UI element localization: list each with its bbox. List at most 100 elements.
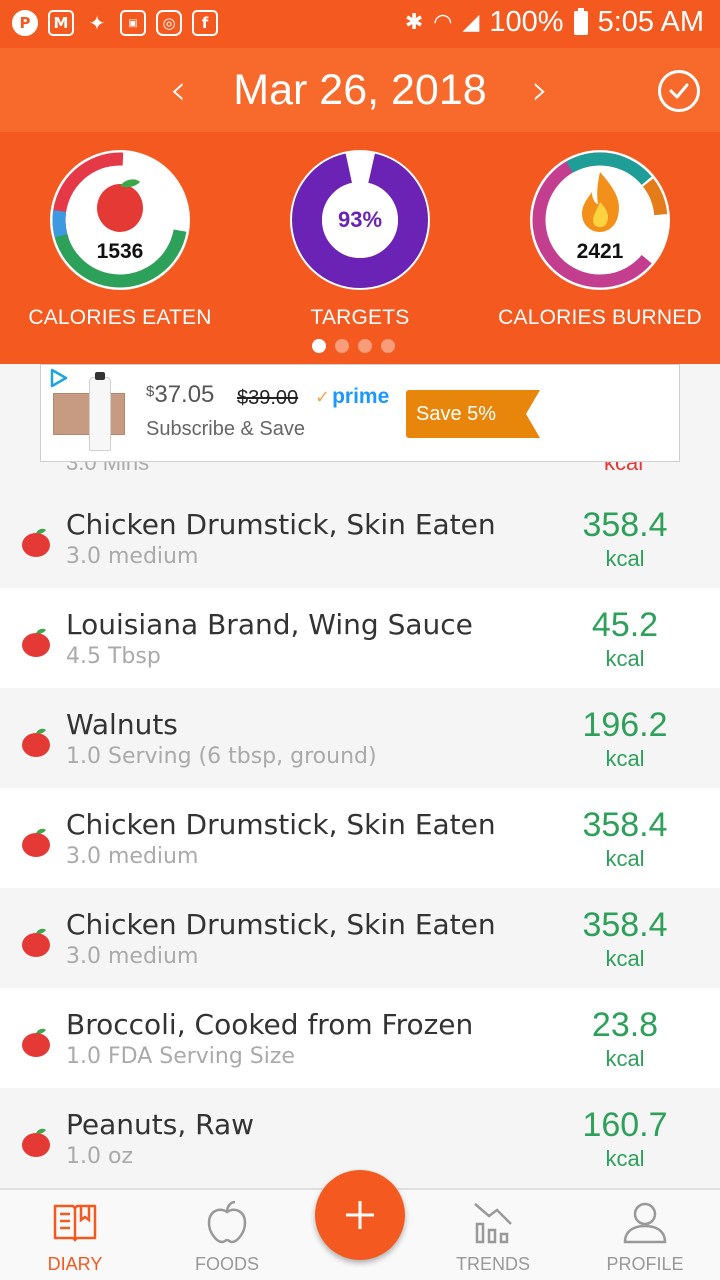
facebook-icon: f xyxy=(192,10,218,36)
status-bar: P M ✦ ▣ ◎ f ✱ ◠ ◢ 100% 5:05 AM xyxy=(0,0,720,48)
targets-ring[interactable]: 93% xyxy=(288,148,432,292)
food-name: Walnuts xyxy=(66,708,178,741)
battery-icon xyxy=(573,7,588,35)
apple-icon xyxy=(22,928,50,957)
daily-summary[interactable]: 1536 93% 2421 CALORIES EATEN TARGETS CAL… xyxy=(0,132,720,364)
page-dot xyxy=(381,339,395,353)
trends-chart-icon xyxy=(474,1203,512,1244)
food-quantity: 4.5 Tbsp xyxy=(66,644,161,669)
food-item[interactable]: Chicken Drumstick, Skin Eaten 3.0 medium… xyxy=(0,788,720,888)
calories-burned-label: CALORIES BURNED xyxy=(498,306,702,329)
food-name: Chicken Drumstick, Skin Eaten xyxy=(66,808,496,841)
prime-badge: ✓prime xyxy=(315,385,390,408)
profile-person-icon xyxy=(623,1202,667,1244)
current-date[interactable]: Mar 26, 2018 xyxy=(200,64,520,116)
nav-trends[interactable]: TRENDS xyxy=(418,1190,568,1280)
food-calories: 45.2 xyxy=(591,606,659,644)
food-calorie-unit: kcal xyxy=(605,1046,645,1071)
calories-eaten-ring[interactable]: 1536 xyxy=(48,148,192,292)
food-quantity: 3.0 medium xyxy=(66,944,199,969)
pinterest-icon: P xyxy=(12,10,38,36)
food-calorie-unit: kcal xyxy=(605,946,645,971)
food-calorie-unit: kcal xyxy=(605,1146,645,1171)
food-calorie-unit: kcal xyxy=(605,546,645,571)
food-name: Peanuts, Raw xyxy=(66,1108,255,1141)
nav-foods[interactable]: FOODS xyxy=(152,1190,302,1280)
food-item[interactable]: Walnuts 1.0 Serving (6 tbsp, ground) 196… xyxy=(0,688,720,788)
ad-price: $37.05 xyxy=(146,381,215,408)
food-quantity: 1.0 Serving (6 tbsp, ground) xyxy=(66,744,377,769)
calories-burned-chart xyxy=(530,150,670,290)
twitter-icon: ✦ xyxy=(88,11,106,35)
checkmark-icon xyxy=(669,83,689,99)
food-quantity: 1.0 FDA Serving Size xyxy=(66,1044,295,1069)
food-calorie-unit: kcal xyxy=(605,646,645,671)
complete-day-button[interactable] xyxy=(658,70,700,112)
calories-eaten-value: 1536 xyxy=(96,240,144,263)
page-dot xyxy=(312,339,326,353)
food-log-list: Chicken Drumstick, Skin Eaten 3.0 medium… xyxy=(0,488,720,1188)
page-indicator xyxy=(312,339,395,353)
plus-icon xyxy=(346,1201,374,1229)
diary-book-icon xyxy=(53,1204,97,1242)
nav-diary-label: DIARY xyxy=(47,1254,103,1274)
nav-diary[interactable]: DIARY xyxy=(0,1190,150,1280)
apple-icon xyxy=(22,1028,50,1057)
add-entry-button[interactable] xyxy=(315,1170,405,1260)
food-quantity: 3.0 medium xyxy=(66,844,199,869)
food-calories: 23.8 xyxy=(591,1006,659,1044)
food-calories: 160.7 xyxy=(582,1106,668,1144)
nav-trends-label: TRENDS xyxy=(455,1254,530,1274)
clock: 5:05 AM xyxy=(597,6,704,38)
nav-foods-label: FOODS xyxy=(194,1254,259,1274)
ad-banner[interactable]: $37.05 $39.00 ✓prime Subscribe & Save Sa… xyxy=(40,364,680,462)
apple-outline-icon xyxy=(207,1200,247,1244)
page-dot xyxy=(358,339,372,353)
food-calories: 196.2 xyxy=(582,706,668,744)
food-name: Broccoli, Cooked from Frozen xyxy=(66,1008,474,1041)
calories-eaten-label: CALORIES EATEN xyxy=(28,306,212,329)
food-item[interactable]: Broccoli, Cooked from Frozen 1.0 FDA Ser… xyxy=(0,988,720,1088)
food-quantity: 1.0 oz xyxy=(66,1144,133,1169)
food-quantity: 3.0 medium xyxy=(66,544,199,569)
badge-icon: ▣ xyxy=(120,10,146,36)
prime-check-icon: ✓ xyxy=(315,387,331,408)
targets-value: 93% xyxy=(337,207,383,232)
nav-profile-label: PROFILE xyxy=(606,1254,684,1274)
apple-icon xyxy=(22,828,50,857)
previous-day-button[interactable]: ‹ xyxy=(158,62,198,118)
apple-icon xyxy=(22,1128,50,1157)
ad-save-button[interactable]: Save 5% xyxy=(406,390,540,438)
ad-subscribe-text: Subscribe & Save xyxy=(146,418,305,440)
food-item[interactable]: Chicken Drumstick, Skin Eaten 3.0 medium… xyxy=(0,488,720,588)
signal-icon: ◢ xyxy=(462,10,480,35)
food-calories: 358.4 xyxy=(582,806,668,844)
food-item[interactable]: Louisiana Brand, Wing Sauce 4.5 Tbsp 45.… xyxy=(0,588,720,688)
nav-profile[interactable]: PROFILE xyxy=(570,1190,720,1280)
gmail-icon: M xyxy=(48,10,74,36)
product-bottle xyxy=(89,372,111,451)
calories-burned-ring[interactable]: 2421 xyxy=(528,148,672,292)
calories-burned-value: 2421 xyxy=(576,240,624,263)
apple-icon xyxy=(22,528,50,557)
food-item[interactable]: Chicken Drumstick, Skin Eaten 3.0 medium… xyxy=(0,888,720,988)
calories-eaten-chart xyxy=(50,150,190,290)
ad-product-image[interactable] xyxy=(53,372,127,455)
bluetooth-icon: ✱ xyxy=(404,10,424,35)
food-calories: 358.4 xyxy=(582,506,668,544)
food-calorie-unit: kcal xyxy=(605,746,645,771)
apple-icon xyxy=(22,728,50,757)
instagram-icon: ◎ xyxy=(156,10,182,36)
ad-old-price: $39.00 xyxy=(237,387,299,409)
notification-icons: P M ✦ ▣ ◎ f xyxy=(12,10,218,36)
next-day-button[interactable]: › xyxy=(520,62,560,118)
food-name: Louisiana Brand, Wing Sauce xyxy=(66,608,473,641)
food-name: Chicken Drumstick, Skin Eaten xyxy=(66,908,496,941)
apple-icon xyxy=(22,628,50,657)
date-header: ‹ Mar 26, 2018 › xyxy=(0,48,720,132)
food-name: Chicken Drumstick, Skin Eaten xyxy=(66,508,496,541)
system-status: ✱ ◠ ◢ 100% 5:05 AM xyxy=(405,6,704,39)
battery-percent: 100% xyxy=(489,6,564,38)
wifi-icon: ◠ xyxy=(433,10,453,35)
targets-label: TARGETS xyxy=(310,306,410,329)
